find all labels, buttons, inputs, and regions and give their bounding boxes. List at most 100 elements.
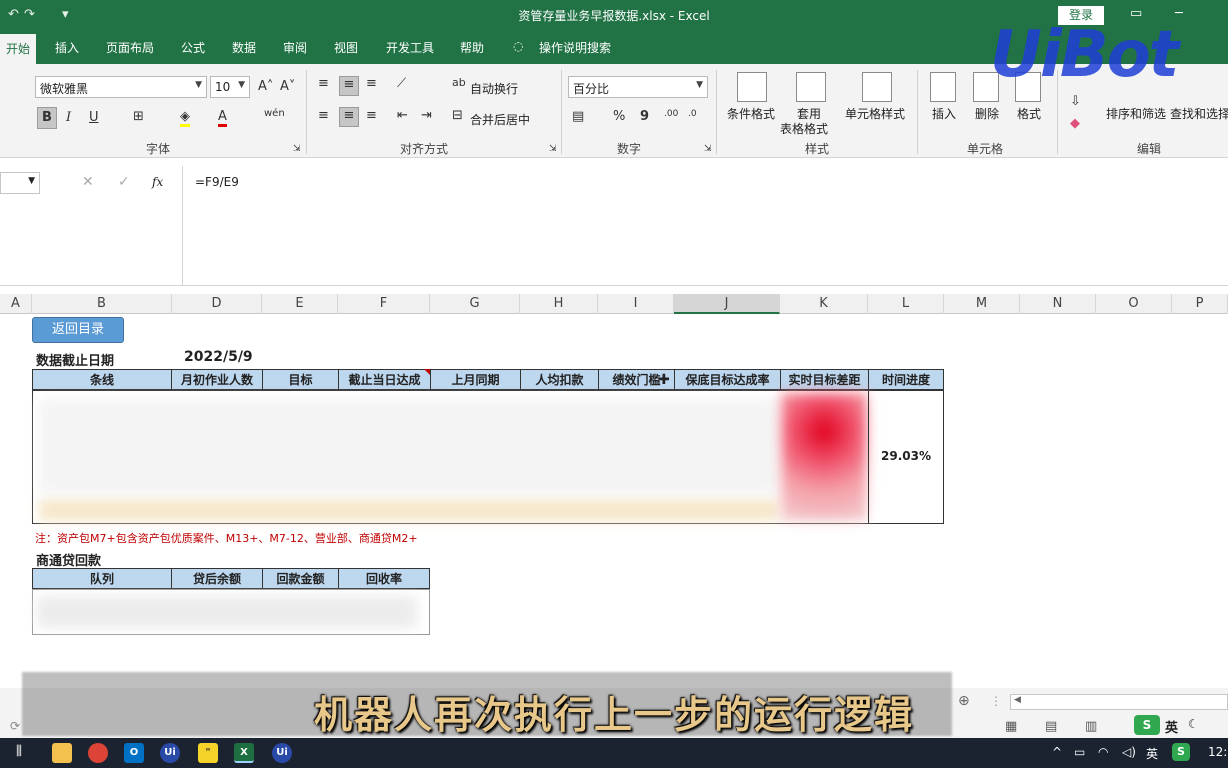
comma-style-button[interactable]: 9 <box>640 109 649 124</box>
column-header[interactable]: O <box>1096 294 1172 314</box>
table-format-icon[interactable] <box>796 72 826 102</box>
cell-style-icon[interactable] <box>862 72 892 102</box>
align-top-icon[interactable]: ≡ <box>318 76 329 91</box>
outlook-icon[interactable]: O <box>124 743 144 763</box>
data-table-body[interactable]: 29.03% <box>32 390 944 524</box>
column-header[interactable]: G <box>430 294 520 314</box>
formula-input[interactable]: =F9/E9 <box>182 166 1228 286</box>
task-view-icon[interactable]: ⫼ <box>16 744 22 759</box>
back-to-index-button[interactable]: 返回目录 <box>32 317 124 343</box>
number-format-select[interactable]: 百分比 ▼ <box>568 76 708 98</box>
align-center-icon[interactable]: ≡ <box>339 107 359 127</box>
ime-s-icon[interactable]: S <box>1172 743 1190 761</box>
align-middle-icon[interactable]: ≡ <box>339 76 359 96</box>
align-bottom-icon[interactable]: ≡ <box>366 76 377 91</box>
volume-icon[interactable]: ◁) <box>1122 745 1136 759</box>
format-cells-button[interactable]: 格式 <box>1017 105 1041 122</box>
column-header[interactable]: E <box>262 294 338 314</box>
delete-cells-button[interactable]: 删除 <box>975 105 999 122</box>
ime-indicator[interactable]: 英 <box>1146 745 1158 762</box>
increase-font-icon[interactable]: A˄ <box>258 79 273 94</box>
file-explorer-icon[interactable] <box>52 743 72 763</box>
tab-review[interactable]: 审阅 <box>283 39 307 56</box>
font-size-select[interactable]: 10 ▼ <box>210 76 250 98</box>
dialog-launcher-icon[interactable]: ⇲ <box>549 144 557 154</box>
italic-button[interactable]: I <box>66 110 71 125</box>
cell-border <box>868 391 869 523</box>
tab-insert[interactable]: 插入 <box>55 39 79 56</box>
column-header[interactable]: D <box>172 294 262 314</box>
merge-icon[interactable]: ⊟ <box>452 108 463 123</box>
column-header[interactable]: I <box>598 294 674 314</box>
name-box[interactable]: ▼ <box>0 172 40 194</box>
align-left-icon[interactable]: ≡ <box>318 108 329 123</box>
conditional-format-icon[interactable] <box>737 72 767 102</box>
cancel-formula-icon[interactable]: ✕ <box>82 174 94 190</box>
column-header[interactable]: A <box>0 294 32 314</box>
tab-home[interactable]: 开始 <box>0 34 37 64</box>
border-icon[interactable]: ⊞ <box>133 109 144 124</box>
wrap-text-button[interactable]: 自动换行 <box>470 80 518 97</box>
video-subtitle: 机器人再次执行上一步的运行逻辑 <box>313 693 914 737</box>
uibot-icon[interactable]: Ui <box>160 743 180 763</box>
wifi-icon[interactable]: ◠ <box>1098 745 1108 759</box>
fill-color-icon[interactable]: ◈ <box>180 109 190 127</box>
fill-icon[interactable]: ⇩ <box>1070 94 1081 109</box>
column-header[interactable]: L <box>868 294 944 314</box>
merge-center-button[interactable]: 合并后居中 <box>470 111 530 128</box>
wrap-text-icon[interactable]: ab <box>452 76 466 89</box>
chrome-icon[interactable] <box>88 743 108 763</box>
quote-app-icon[interactable]: " <box>198 743 218 763</box>
excel-taskbar-icon[interactable]: X <box>234 743 254 763</box>
bold-button[interactable]: B <box>37 107 57 129</box>
column-header[interactable]: F <box>338 294 430 314</box>
tab-view[interactable]: 视图 <box>334 39 358 56</box>
orientation-icon[interactable]: ⟋ <box>397 76 406 91</box>
find-select-button[interactable]: 查找和选择 <box>1170 105 1228 122</box>
table2-body[interactable] <box>32 589 430 635</box>
column-header[interactable]: N <box>1020 294 1096 314</box>
column-header[interactable]: H <box>520 294 598 314</box>
column-header[interactable]: B <box>32 294 172 314</box>
table-format-label-2[interactable]: 表格格式 <box>780 120 828 137</box>
align-right-icon[interactable]: ≡ <box>366 108 377 123</box>
sort-filter-button[interactable]: 排序和筛选 <box>1106 105 1166 122</box>
cell-style-button[interactable]: 单元格样式 <box>845 105 905 122</box>
dialog-launcher-icon[interactable]: ⇲ <box>293 144 301 154</box>
column-header-selected[interactable]: J <box>674 294 780 314</box>
increase-indent-icon[interactable]: ⇥ <box>421 108 432 123</box>
tab-help[interactable]: 帮助 <box>460 39 484 56</box>
increase-decimal-icon[interactable]: .00 <box>664 109 678 119</box>
dialog-launcher-icon[interactable]: ⇲ <box>704 144 712 154</box>
conditional-format-button[interactable]: 条件格式 <box>727 105 775 122</box>
battery-icon[interactable]: ▭ <box>1074 745 1085 759</box>
insert-cells-button[interactable]: 插入 <box>932 105 956 122</box>
worksheet[interactable]: 返回目录 数据截止日期 2022/5/9 条线 月初作业人数 目标 截止当日达成… <box>0 314 1228 688</box>
column-header[interactable]: M <box>944 294 1020 314</box>
tab-page-layout[interactable]: 页面布局 <box>106 39 154 56</box>
decrease-font-icon[interactable]: A˅ <box>280 79 295 94</box>
column-header[interactable]: K <box>780 294 868 314</box>
tab-data[interactable]: 数据 <box>232 39 256 56</box>
uibot-icon[interactable]: Ui <box>272 743 292 763</box>
font-name-select[interactable]: 微软雅黑 ▼ <box>35 76 207 98</box>
accounting-format-icon[interactable]: ▤ <box>572 109 584 124</box>
font-color-icon[interactable]: A <box>218 109 227 127</box>
column-header[interactable]: P <box>1172 294 1228 314</box>
underline-button[interactable]: U <box>89 110 99 125</box>
clock[interactable]: 12:5 <box>1208 745 1228 759</box>
percent-button[interactable]: % <box>613 109 625 124</box>
insert-cells-icon[interactable] <box>930 72 956 102</box>
decrease-decimal-icon[interactable]: .0 <box>688 109 697 119</box>
insert-function-icon[interactable]: fx <box>152 175 163 189</box>
tab-developer[interactable]: 开发工具 <box>386 39 434 56</box>
decrease-indent-icon[interactable]: ⇤ <box>397 108 408 123</box>
clear-icon[interactable]: ◆ <box>1070 116 1080 131</box>
tray-chevron-icon[interactable]: ^ <box>1052 745 1062 759</box>
table-header-cell: 保底目标达成率 <box>674 369 781 390</box>
blurred-gap-column <box>781 393 867 521</box>
tell-me-search[interactable]: 操作说明搜索 <box>539 39 611 56</box>
confirm-formula-icon[interactable]: ✓ <box>118 174 130 190</box>
tab-formulas[interactable]: 公式 <box>181 39 205 56</box>
phonetic-icon[interactable]: wén <box>264 108 285 119</box>
